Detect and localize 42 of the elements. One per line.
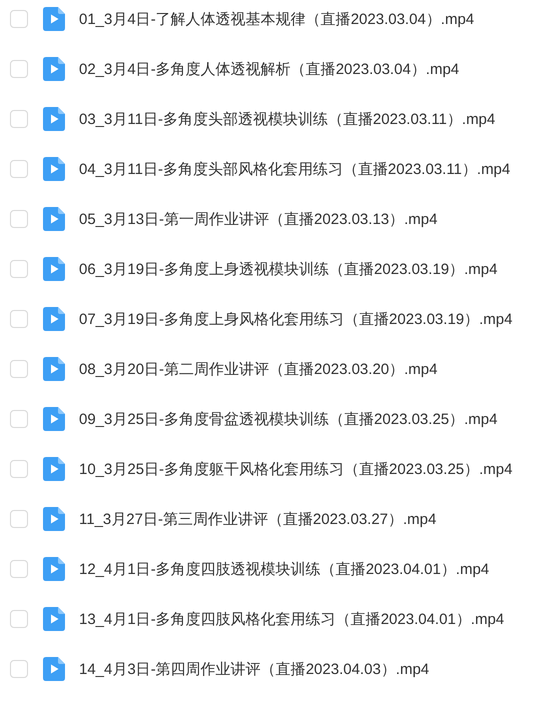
- file-name[interactable]: 03_3月11日-多角度头部透视模块训练（直播2023.03.11）.mp4: [79, 110, 496, 128]
- checkbox[interactable]: [10, 560, 28, 578]
- video-file-icon: [43, 57, 65, 81]
- checkbox[interactable]: [10, 160, 28, 178]
- checkbox[interactable]: [10, 410, 28, 428]
- file-name[interactable]: 08_3月20日-第二周作业讲评（直播2023.03.20）.mp4: [79, 360, 438, 378]
- file-name[interactable]: 12_4月1日-多角度四肢透视模块训练（直播2023.04.01）.mp4: [79, 560, 490, 578]
- checkbox[interactable]: [10, 260, 28, 278]
- file-name[interactable]: 04_3月11日-多角度头部风格化套用练习（直播2023.03.11）.mp4: [79, 160, 510, 178]
- file-name[interactable]: 13_4月1日-多角度四肢风格化套用练习（直播2023.04.01）.mp4: [79, 610, 504, 628]
- video-file-icon: [43, 157, 65, 181]
- checkbox[interactable]: [10, 310, 28, 328]
- file-name[interactable]: 09_3月25日-多角度骨盆透视模块训练（直播2023.03.25）.mp4: [79, 410, 498, 428]
- checkbox[interactable]: [10, 10, 28, 28]
- checkbox[interactable]: [10, 210, 28, 228]
- video-file-icon: [43, 607, 65, 631]
- video-file-icon: [43, 257, 65, 281]
- checkbox[interactable]: [10, 60, 28, 78]
- file-name[interactable]: 01_3月4日-了解人体透视基本规律（直播2023.03.04）.mp4: [79, 10, 474, 28]
- checkbox[interactable]: [10, 360, 28, 378]
- file-name[interactable]: 10_3月25日-多角度躯干风格化套用练习（直播2023.03.25）.mp4: [79, 460, 512, 478]
- file-name[interactable]: 05_3月13日-第一周作业讲评（直播2023.03.13）.mp4: [79, 210, 438, 228]
- video-file-icon: [43, 557, 65, 581]
- file-name[interactable]: 06_3月19日-多角度上身透视模块训练（直播2023.03.19）.mp4: [79, 260, 498, 278]
- checkbox[interactable]: [10, 510, 28, 528]
- video-file-icon: [43, 357, 65, 381]
- checkbox[interactable]: [10, 110, 28, 128]
- file-name[interactable]: 07_3月19日-多角度上身风格化套用练习（直播2023.03.19）.mp4: [79, 310, 512, 328]
- video-file-icon: [43, 457, 65, 481]
- file-name[interactable]: 02_3月4日-多角度人体透视解析（直播2023.03.04）.mp4: [79, 60, 460, 78]
- video-file-icon: [43, 507, 65, 531]
- checkbox[interactable]: [10, 460, 28, 478]
- video-file-icon: [43, 657, 65, 681]
- video-file-icon: [43, 107, 65, 131]
- video-file-icon: [43, 407, 65, 431]
- file-name[interactable]: 14_4月3日-第四周作业讲评（直播2023.04.03）.mp4: [79, 660, 430, 678]
- checkbox[interactable]: [10, 610, 28, 628]
- video-file-icon: [43, 7, 65, 31]
- checkbox[interactable]: [10, 660, 28, 678]
- video-file-icon: [43, 207, 65, 231]
- file-name[interactable]: 11_3月27日-第三周作业讲评（直播2023.03.27）.mp4: [79, 510, 436, 528]
- video-file-icon: [43, 307, 65, 331]
